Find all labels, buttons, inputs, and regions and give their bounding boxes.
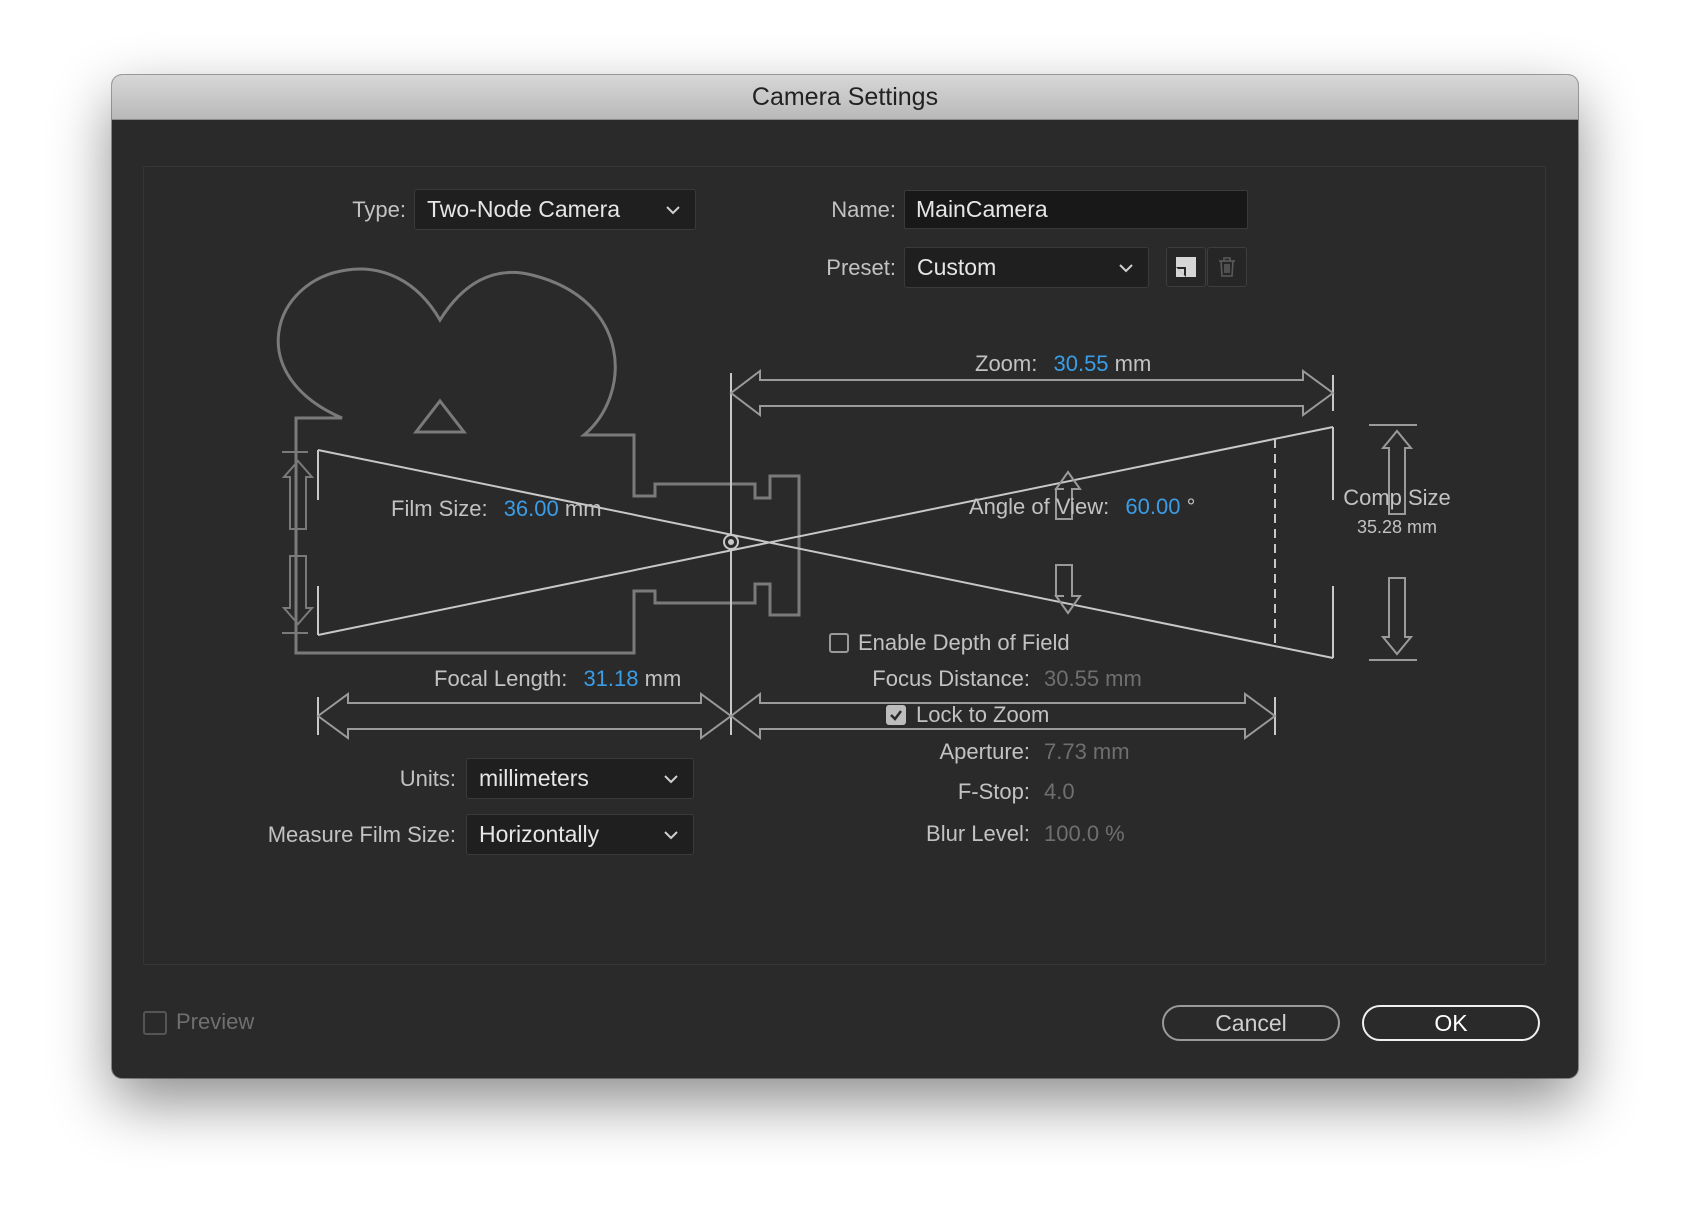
lock-to-zoom-label[interactable]: Lock to Zoom bbox=[916, 702, 1049, 728]
zoom-value[interactable]: 30.55 bbox=[1053, 351, 1108, 376]
lock-to-zoom-checkbox[interactable] bbox=[886, 705, 906, 725]
angle-of-view-unit: ° bbox=[1186, 494, 1196, 519]
focal-length-readout: Focal Length: 31.18 mm bbox=[434, 666, 681, 692]
focal-length-unit: mm bbox=[644, 666, 682, 691]
aperture-value: 7.73 mm bbox=[1044, 739, 1130, 764]
focus-distance-value: 30.55 mm bbox=[1044, 666, 1142, 691]
units-value: millimeters bbox=[479, 765, 589, 791]
focus-distance-label: Focus Distance: bbox=[872, 666, 1030, 691]
save-preset-icon bbox=[1176, 257, 1196, 277]
zoom-label: Zoom: bbox=[975, 351, 1038, 376]
name-field[interactable] bbox=[904, 190, 1248, 229]
preset-label: Preset: bbox=[826, 255, 896, 280]
comp-size-value: 35.28 mm bbox=[1356, 517, 1438, 537]
preset-dropdown[interactable]: Custom bbox=[904, 247, 1149, 288]
type-dropdown[interactable]: Two-Node Camera bbox=[414, 189, 696, 230]
type-value: Two-Node Camera bbox=[427, 196, 621, 222]
blur-level-value: 100.0 % bbox=[1044, 821, 1125, 846]
chevron-down-icon bbox=[666, 206, 680, 215]
film-size-label: Film Size: bbox=[391, 496, 488, 521]
measure-film-size-dropdown[interactable]: Horizontally bbox=[466, 814, 694, 855]
comp-size-label: Comp Size bbox=[1343, 485, 1451, 510]
angle-of-view-label: Angle of View: bbox=[969, 494, 1110, 519]
depth-of-field-checkbox[interactable] bbox=[829, 633, 849, 653]
blur-level-label: Blur Level: bbox=[926, 821, 1030, 846]
focal-length-label: Focal Length: bbox=[434, 666, 568, 691]
film-size-readout: Film Size: 36.00 mm bbox=[391, 496, 602, 522]
focal-length-value[interactable]: 31.18 bbox=[583, 666, 638, 691]
chevron-down-icon bbox=[664, 831, 678, 840]
aperture-label: Aperture: bbox=[939, 739, 1031, 764]
film-size-unit: mm bbox=[564, 496, 602, 521]
fstop-label: F-Stop: bbox=[957, 779, 1030, 804]
zoom-readout: Zoom: 30.55 mm bbox=[975, 351, 1151, 377]
chevron-down-icon bbox=[1119, 264, 1133, 273]
preview-label[interactable]: Preview bbox=[176, 1009, 254, 1035]
trash-icon bbox=[1219, 257, 1235, 277]
type-label: Type: bbox=[352, 197, 406, 222]
chevron-down-icon bbox=[664, 775, 678, 784]
film-size-value[interactable]: 36.00 bbox=[504, 496, 559, 521]
measure-film-size-value: Horizontally bbox=[479, 821, 600, 847]
fstop-value: 4.0 bbox=[1044, 779, 1075, 804]
units-dropdown[interactable]: millimeters bbox=[466, 758, 694, 799]
measure-film-size-label: Measure Film Size: bbox=[267, 822, 456, 847]
cancel-button[interactable]: Cancel bbox=[1162, 1005, 1340, 1041]
preview-checkbox[interactable] bbox=[143, 1011, 167, 1035]
preset-value: Custom bbox=[917, 254, 997, 280]
name-label: Name: bbox=[831, 197, 896, 222]
depth-of-field-label[interactable]: Enable Depth of Field bbox=[858, 630, 1070, 656]
ok-button[interactable]: OK bbox=[1362, 1005, 1540, 1041]
camera-settings-dialog: Camera Settings Type: Two-Node Camera Na… bbox=[112, 75, 1578, 1078]
zoom-unit: mm bbox=[1114, 351, 1152, 376]
optics-diagram bbox=[316, 368, 1417, 741]
save-preset-button[interactable] bbox=[1166, 247, 1206, 287]
delete-preset-button[interactable] bbox=[1207, 247, 1247, 287]
checkmark-icon bbox=[890, 710, 902, 721]
angle-of-view-readout: Angle of View: 60.00 ° bbox=[969, 494, 1195, 520]
units-label: Units: bbox=[399, 766, 456, 791]
angle-of-view-value[interactable]: 60.00 bbox=[1125, 494, 1180, 519]
